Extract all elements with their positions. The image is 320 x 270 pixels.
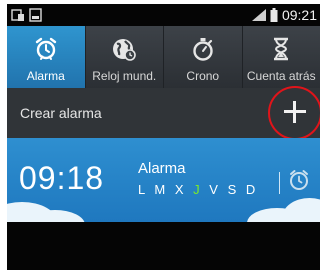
tab-alarma[interactable]: Alarma: [7, 26, 86, 88]
alarm-day: L: [138, 182, 148, 197]
tab-label-reloj-mundial: Reloj mund.: [92, 69, 157, 83]
alarm-divider: [279, 172, 280, 194]
alarm-day: V: [209, 182, 221, 197]
phone-screen: 09:21 Alarma Reloj mund. Crono Cuenta at…: [7, 4, 320, 270]
signal-icon: [252, 9, 266, 21]
tab-label-crono: Crono: [186, 69, 220, 83]
notification-icon: [11, 9, 24, 21]
alarm-day: M: [154, 182, 169, 197]
screenshot-icon: [29, 8, 42, 22]
alarm-day-highlighted: J: [193, 182, 203, 197]
alarm-day: S: [227, 182, 240, 197]
alarm-day: X: [174, 182, 187, 197]
tab-crono[interactable]: Crono: [164, 26, 243, 88]
alarm-name: Alarma: [138, 160, 186, 177]
status-bar: 09:21: [7, 4, 320, 26]
tab-label-alarma: Alarma: [26, 69, 65, 83]
stopwatch-icon: [193, 38, 213, 61]
hourglass-icon: [274, 37, 289, 61]
globe-icon: [113, 39, 137, 61]
tab-cuenta-atras[interactable]: Cuenta atrás: [243, 26, 320, 88]
battery-icon: [270, 8, 278, 22]
annotation-circle: [268, 86, 320, 140]
alarm-item[interactable]: 09:18 Alarma L M X J V S D: [7, 138, 320, 222]
tab-label-cuenta-atras: Cuenta atrás: [246, 69, 316, 83]
tab-bar: Alarma Reloj mund. Crono Cuenta atrás: [7, 26, 320, 88]
alarm-time: 09:18: [19, 160, 105, 196]
create-alarm-label: Crear alarma: [20, 105, 102, 121]
alarm-days: L M X J V S D: [138, 182, 258, 197]
status-time: 09:21: [281, 7, 317, 23]
cloud-decoration: [282, 198, 320, 222]
empty-area: [7, 222, 320, 270]
alarm-day: D: [245, 182, 259, 197]
alarm-toggle-icon[interactable]: [286, 167, 312, 193]
alarm-clock-icon: [35, 37, 56, 60]
tab-reloj-mundial[interactable]: Reloj mund.: [86, 26, 164, 88]
